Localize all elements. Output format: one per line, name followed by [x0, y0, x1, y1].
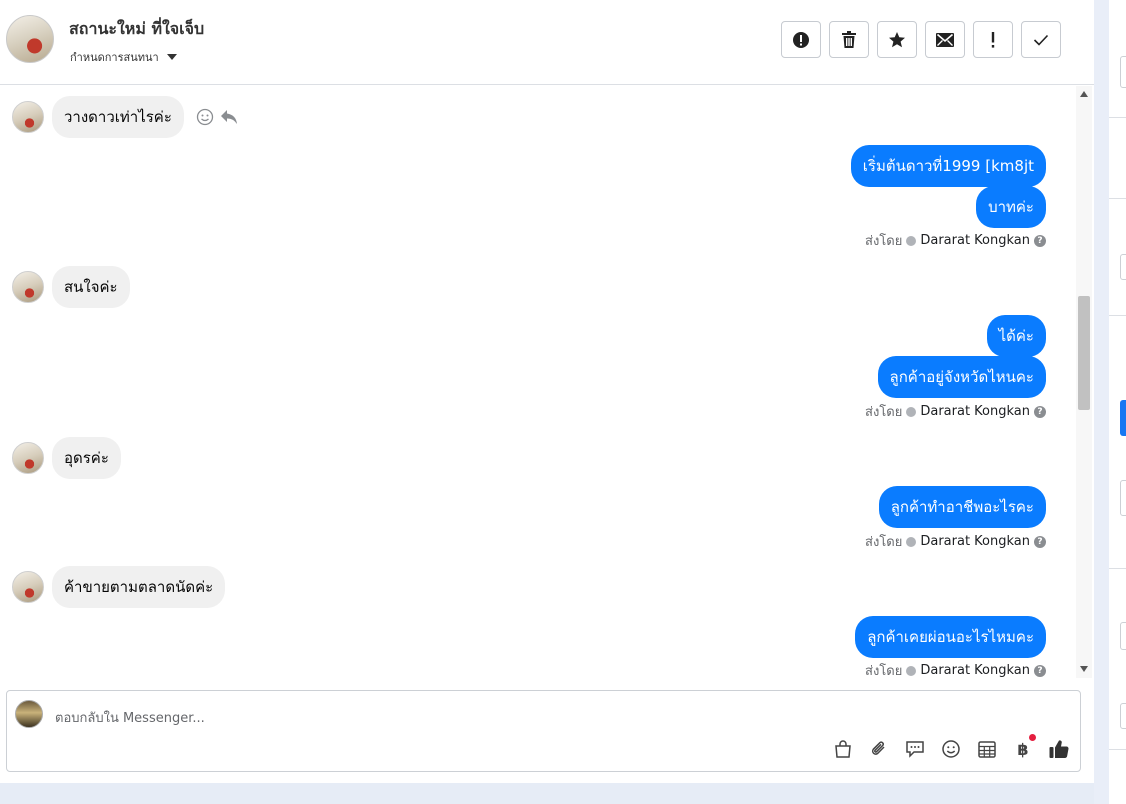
composer-toolbar: ฿ [832, 734, 1070, 760]
contact-avatar-small [12, 101, 44, 133]
contact-avatar[interactable] [6, 15, 54, 63]
message-bubble-incoming[interactable]: วางดาวเท่าไรค่ะ [52, 96, 184, 138]
baht-icon: ฿ [1017, 739, 1029, 759]
envelope-icon [936, 32, 954, 47]
side-divider [1109, 198, 1126, 199]
help-icon[interactable]: ? [1034, 234, 1046, 247]
reply-input[interactable]: ตอบกลับใน Messenger... [55, 707, 205, 728]
sender-name: Dararat Kongkan [920, 534, 1030, 549]
help-icon[interactable]: ? [1034, 664, 1046, 677]
side-divider [1109, 568, 1126, 569]
message-bubble-incoming[interactable]: ค้าขายตามตลาดนัดค่ะ [52, 566, 226, 608]
sent-by-line: ส่งโดย Dararat Kongkan ? [865, 531, 1046, 552]
conversation-settings-dropdown[interactable]: กำหนดการสนทนา [70, 48, 177, 66]
appointment-button[interactable] [976, 738, 998, 760]
scrollbar-thumb[interactable] [1078, 296, 1090, 410]
mark-unread-button[interactable] [925, 21, 965, 58]
message-row-incoming: อุดรค่ะ [12, 437, 121, 479]
sent-by-label: ส่งโดย [865, 535, 903, 550]
side-input-field[interactable] [1120, 254, 1126, 280]
caret-down-icon [166, 54, 177, 60]
sent-by-line: ส่งโดย Dararat Kongkan ? [865, 401, 1046, 422]
right-details-panel-partial [1109, 0, 1126, 804]
sender-name: Dararat Kongkan [920, 233, 1030, 248]
conversation-toolbar [781, 21, 1061, 58]
sent-by-label: ส่งโดย [865, 664, 903, 678]
sent-by-line: ส่งโดย Dararat Kongkan ? [865, 230, 1046, 251]
sent-by-line: ส่งโดย Dararat Kongkan ? [865, 660, 1046, 678]
delete-button[interactable] [829, 21, 869, 58]
attach-button[interactable] [868, 738, 890, 760]
scroll-down-arrow-icon[interactable] [1080, 666, 1088, 672]
message-actions [196, 108, 238, 126]
contact-name[interactable]: สถานะใหม่ ที่ใจเจ็บ [69, 17, 204, 42]
message-bubble-outgoing[interactable]: ลูกค้าอยู่จังหวัดไหนคะ [877, 356, 1046, 398]
follow-up-button[interactable] [973, 21, 1013, 58]
side-input-field[interactable] [1120, 56, 1126, 88]
trash-icon [842, 30, 856, 48]
alert-circle-icon [793, 31, 809, 48]
exclamation-icon [991, 31, 995, 48]
smiley-icon[interactable] [196, 108, 214, 126]
check-icon [1033, 34, 1049, 46]
done-button[interactable] [1021, 21, 1061, 58]
saved-replies-button[interactable] [904, 738, 926, 760]
side-divider [1109, 749, 1126, 750]
contact-avatar-small [12, 271, 44, 303]
side-divider [1109, 117, 1126, 118]
message-row-incoming: ค้าขายตามตลาดนัดค่ะ [12, 566, 226, 608]
calendar-table-icon [978, 741, 996, 758]
conversation-header: สถานะใหม่ ที่ใจเจ็บ กำหนดการสนทนา [0, 0, 1094, 85]
like-button[interactable] [1048, 738, 1070, 760]
help-icon[interactable]: ? [1034, 405, 1046, 418]
bottom-edge [0, 783, 1094, 804]
message-bubble-outgoing[interactable]: ลูกค้าทำอาชีพอะไรคะ [878, 486, 1046, 528]
payment-button[interactable]: ฿ [1012, 734, 1036, 760]
scroll-up-arrow-icon[interactable] [1080, 91, 1088, 97]
thumbs-up-icon [1049, 740, 1069, 759]
help-icon[interactable]: ? [1034, 535, 1046, 548]
thread-scrollbar[interactable] [1076, 86, 1092, 678]
chat-bubble-icon [906, 741, 924, 758]
sender-verified-icon [906, 536, 917, 547]
paperclip-icon [871, 741, 885, 755]
message-row-incoming: สนใจค่ะ [12, 266, 130, 308]
sent-by-label: ส่งโดย [865, 405, 903, 420]
side-divider [1109, 315, 1126, 316]
notification-dot [1029, 734, 1036, 741]
reply-composer[interactable]: ตอบกลับใน Messenger... ฿ [6, 690, 1081, 772]
contact-avatar-small [12, 571, 44, 603]
shopping-bag-icon [835, 740, 851, 758]
conversation-settings-label: กำหนดการสนทนา [70, 51, 159, 64]
sender-verified-icon [906, 235, 917, 246]
sender-name: Dararat Kongkan [920, 404, 1030, 419]
message-bubble-outgoing[interactable]: เริ่มต้นดาวที่1999 [km8jt [850, 145, 1046, 187]
message-bubble-outgoing[interactable]: ได้ค่ะ [986, 315, 1046, 357]
spam-button[interactable] [781, 21, 821, 58]
side-input-field[interactable] [1120, 480, 1126, 516]
star-icon [889, 31, 905, 47]
star-button[interactable] [877, 21, 917, 58]
side-primary-button[interactable] [1120, 400, 1126, 436]
sender-name: Dararat Kongkan [920, 663, 1030, 678]
inbox-main-panel: สถานะใหม่ ที่ใจเจ็บ กำหนดการสนทนา วางดาว… [0, 0, 1094, 804]
emoji-icon [942, 740, 960, 758]
message-bubble-incoming[interactable]: สนใจค่ะ [52, 266, 130, 308]
message-bubble-incoming[interactable]: อุดรค่ะ [52, 437, 121, 479]
shop-bag-button[interactable] [832, 738, 854, 760]
sent-by-label: ส่งโดย [865, 234, 903, 249]
message-thread[interactable]: วางดาวเท่าไรค่ะ เริ่มต้นดาวที่1999 [km8j… [0, 86, 1076, 678]
page-avatar [15, 700, 43, 728]
sender-verified-icon [906, 406, 917, 417]
reply-icon[interactable] [220, 109, 238, 125]
emoji-button[interactable] [940, 738, 962, 760]
message-row-incoming: วางดาวเท่าไรค่ะ [12, 96, 238, 138]
sender-verified-icon [906, 665, 917, 676]
contact-avatar-small [12, 442, 44, 474]
side-input-field[interactable] [1120, 622, 1126, 650]
side-input-field[interactable] [1120, 703, 1126, 729]
message-bubble-outgoing[interactable]: ลูกค้าเคยผ่อนอะไรไหมคะ [855, 616, 1046, 658]
message-bubble-outgoing[interactable]: บาทค่ะ [976, 186, 1046, 228]
